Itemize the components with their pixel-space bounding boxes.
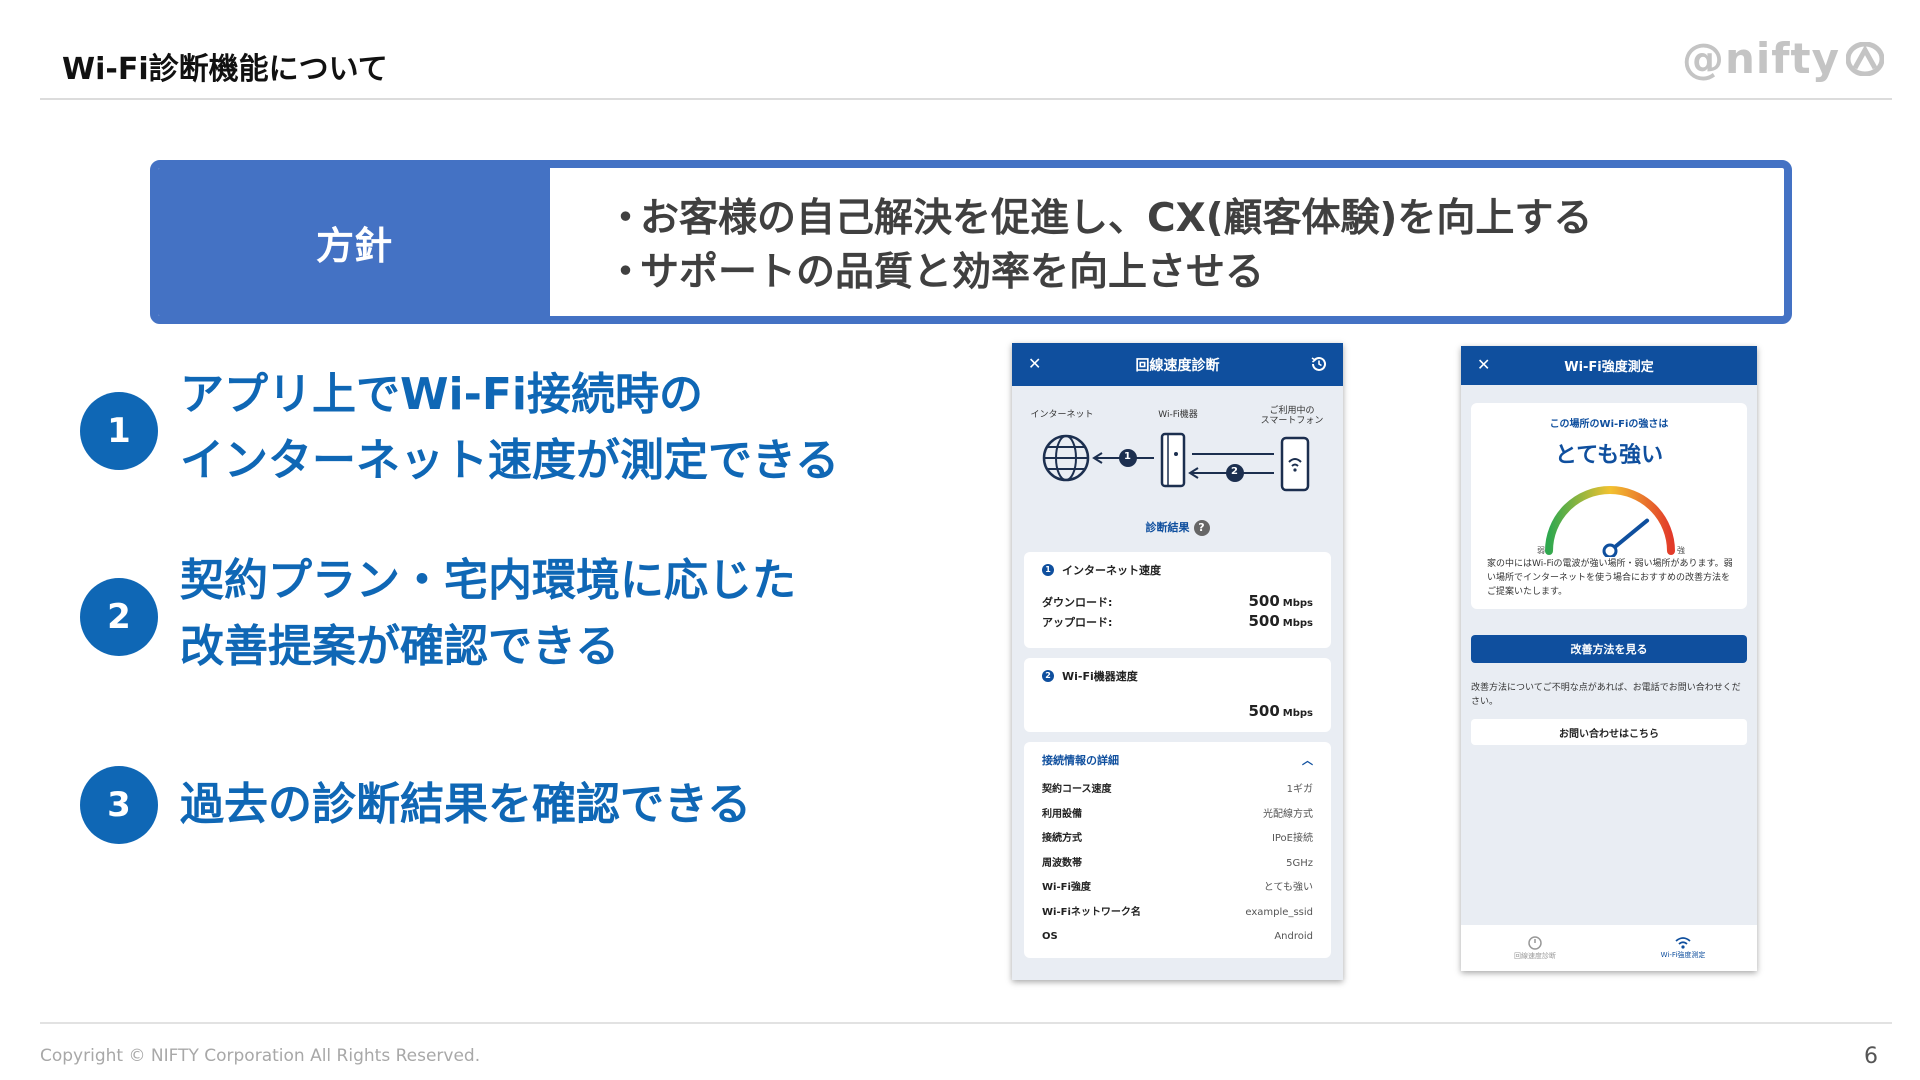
speedometer-icon [1528,936,1542,950]
wifi-icon [1675,937,1691,949]
strength-caption: この場所のWi-Fiの強さは [1549,419,1669,430]
logo-mark-icon [1846,41,1884,76]
detail-row: 契約コース速度 1ギガ [1042,784,1313,795]
results-heading: 診断結果? [1012,516,1343,540]
feature-text: 過去の診断結果を確認できる [180,779,752,830]
history-icon[interactable] [1309,354,1329,374]
wifi-strength-screenshot: ✕ Wi-Fi強度測定 この場所のWi-Fiの強さは とても強い 弱 強 家の中… [1461,346,1757,971]
page-title: Wi-Fi診断機能について [62,52,388,87]
wifi-device-speed-card: 2 Wi-Fi機器速度 500 Mbps [1024,658,1331,732]
screen-title: Wi-Fi強度測定 [1564,360,1654,375]
view-improvements-button[interactable]: 改善方法を見る [1471,635,1747,663]
detail-row: 周波数帯 5GHz [1042,857,1313,869]
chevron-up-icon[interactable]: ︿ [1302,752,1313,768]
feature-2: 2 契約プラン・宅内環境に応じた 改善提案が確認できる [80,548,796,680]
globe-icon [1042,434,1090,482]
contact-button[interactable]: お問い合わせはこちら [1471,719,1747,745]
step-1-marker: 1 [1124,451,1131,462]
policy-label: 方針 [158,168,550,316]
copyright: Copyright © NIFTY Corporation All Rights… [40,1046,481,1066]
router-icon [1160,432,1186,488]
help-text: 改善方法についてご不明な点があれば、お電話でお問い合わせください。 [1471,683,1741,707]
gauge-high-label: 強 [1677,546,1685,555]
feature-number-badge: 3 [80,766,158,844]
smartphone-icon [1280,436,1310,492]
policy-box: 方針 ・お客様の自己解決を促進し、CX(顧客体験)を向上する ・サポートの品質と… [150,160,1792,324]
policy-items: ・お客様の自己解決を促進し、CX(顧客体験)を向上する ・サポートの品質と効率を… [550,168,1784,316]
feature-text: 契約プラン・宅内環境に応じた 改善提案が確認できる [180,555,796,672]
policy-item: ・お客様の自己解決を促進し、CX(顧客体験)を向上する [606,196,1593,241]
router-label: Wi-Fi機器 [1158,410,1198,420]
close-icon[interactable]: ✕ [1477,355,1490,374]
feature-number-badge: 2 [80,578,158,656]
help-icon[interactable]: ? [1193,520,1210,536]
nifty-logo: @nifty [1682,34,1884,83]
speed-diagnosis-screenshot: ✕ 回線速度診断 インターネット Wi-Fi機器 ご利用中の スマートフォン 1… [1012,343,1343,980]
feature-3: 3 過去の診断結果を確認できる [80,766,751,844]
footer-divider [40,1022,1892,1024]
nav-item-wifi-strength[interactable]: Wi-Fi強度測定 [1609,925,1757,971]
detail-row: Wi-Fi強度 とても強い [1042,882,1313,893]
strength-result: とても強い [1554,443,1664,468]
upload-row: アップロード: 500 Mbps [1042,612,1313,630]
gauge-low-label: 弱 [1537,546,1545,555]
screen-title: 回線速度診断 [1135,357,1220,374]
detail-row: OS Android [1042,931,1313,942]
details-title[interactable]: 接続情報の詳細 ︿ [1042,752,1313,768]
signal-gauge [1545,486,1675,557]
strength-description: 家の中にはWi-Fiの電波が強い場所・弱い場所があります。弱い場所でインターネッ… [1487,559,1733,597]
detail-row: 利用設備 光配線方式 [1042,808,1313,820]
policy-item: ・サポートの品質と効率を向上させる [606,250,1265,295]
header-divider [40,98,1892,100]
download-row: ダウンロード: 500 Mbps [1042,592,1313,610]
detail-row: Wi-Fiネットワーク名 example_ssid [1042,906,1313,918]
logo-text: @nifty [1681,34,1840,83]
phone-label: ご利用中の スマートフォン [1260,406,1324,426]
card-title: 1 インターネット速度 [1042,562,1313,578]
detail-row: 接続方式 IPoE接続 [1042,833,1313,844]
page-number: 6 [1864,1044,1878,1069]
internet-label: インターネット [1030,410,1094,420]
wifi-speed-row: 500 Mbps [1248,702,1313,720]
connection-details-card[interactable]: 接続情報の詳細 ︿ 契約コース速度 1ギガ 利用設備 光配線方式 接続方式 IPoE接続… [1024,742,1331,958]
app-title-bar: ✕ Wi-Fi強度測定 [1461,346,1757,385]
feature-number-badge: 1 [80,392,158,470]
strength-result-card: この場所のWi-Fiの強さは とても強い 弱 強 家の中にはWi-Fiの電波が強… [1471,403,1747,609]
internet-speed-card: 1 インターネット速度 ダウンロード: 500 Mbps アップロード: 500 Mb… [1024,552,1331,648]
feature-text: アプリ上でWi-Fi接続時の インターネット速度が測定できる [180,369,840,486]
feature-1: 1 アプリ上でWi-Fi接続時の インターネット速度が測定できる [80,362,839,494]
bottom-nav: 回線速度診断 Wi-Fi強度測定 [1461,925,1757,971]
network-diagram: インターネット Wi-Fi機器 ご利用中の スマートフォン 1 2 [1012,386,1343,516]
card-title: 2 Wi-Fi機器速度 [1042,668,1313,684]
nav-item-speed[interactable]: 回線速度診断 [1461,925,1609,971]
step-2-marker: 2 [1231,466,1238,477]
app-title-bar: ✕ 回線速度診断 [1012,343,1343,386]
close-icon[interactable]: ✕ [1028,354,1041,373]
connection-arrows [1092,449,1274,482]
